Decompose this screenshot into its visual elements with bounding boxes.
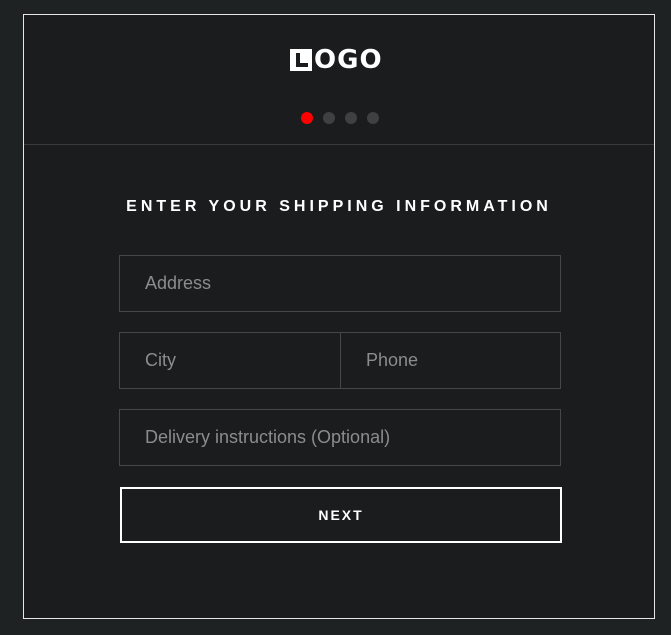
address-input[interactable] — [119, 255, 561, 312]
shipping-form-card: OGO ENTER YOUR SHIPPING INFORMATION NEXT — [23, 14, 655, 619]
card-header: OGO — [24, 15, 654, 145]
logo-text: OGO — [314, 45, 383, 75]
city-input[interactable] — [119, 332, 341, 389]
step-indicator — [301, 112, 379, 124]
step-dot-1 — [301, 112, 313, 124]
step-dot-3 — [345, 112, 357, 124]
phone-input[interactable] — [340, 332, 561, 389]
step-dot-4 — [367, 112, 379, 124]
step-dot-2 — [323, 112, 335, 124]
next-button[interactable]: NEXT — [120, 487, 562, 543]
logo: OGO — [290, 45, 383, 75]
logo-mark-icon — [290, 49, 312, 71]
form-title: ENTER YOUR SHIPPING INFORMATION — [126, 198, 552, 215]
delivery-instructions-input[interactable] — [119, 409, 561, 466]
